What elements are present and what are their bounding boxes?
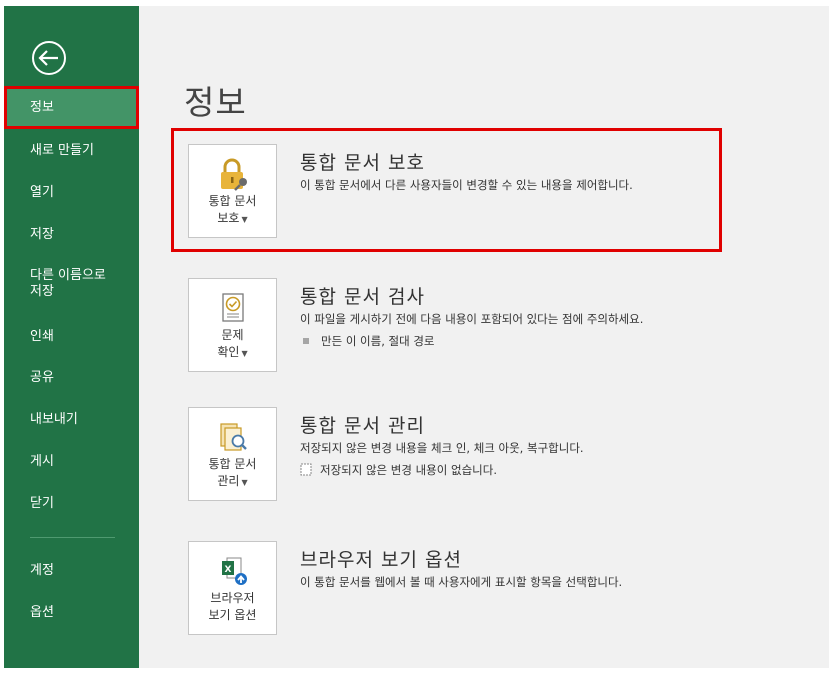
check-for-issues-button[interactable]: 문제 확인 ▼ (188, 278, 277, 372)
section-bullet: 만든 이 이름, 절대 경로 (300, 333, 435, 349)
sidebar-item-publish[interactable]: 게시 (4, 454, 139, 470)
sidebar-item-options[interactable]: 옵션 (4, 605, 139, 621)
manage-workbook-button[interactable]: 통합 문서 관리 ▼ (188, 407, 277, 501)
sidebar-item-new[interactable]: 새로 만들기 (4, 143, 139, 159)
check-issues-label-line2: 확인 (217, 345, 240, 359)
page-title: 정보 (184, 83, 247, 122)
inspect-document-icon (222, 293, 244, 322)
sidebar-divider (30, 537, 115, 538)
sidebar-item-close[interactable]: 닫기 (4, 496, 139, 512)
manage-workbook-section: 통합 문서 관리 ▼ 통합 문서 관리 저장되지 않은 변경 내용을 체크 인, … (188, 407, 788, 503)
sidebar-item-save-as[interactable]: 다른 이름으로 저장 (4, 268, 139, 300)
manage-workbook-label-line1: 통합 문서 (208, 457, 257, 471)
section-title: 통합 문서 검사 (300, 286, 425, 308)
sidebar-item-info[interactable]: 정보 (4, 86, 139, 129)
browser-view-label-line2: 보기 옵션 (208, 608, 257, 622)
inspect-workbook-section: 문제 확인 ▼ 통합 문서 검사 이 파일을 게시하기 전에 다음 내용이 포함되… (188, 278, 788, 374)
browser-view-options-button[interactable]: X 브라우저 보기 옵션 (188, 541, 277, 635)
chevron-down-icon: ▼ (241, 349, 248, 358)
section-bullet: 저장되지 않은 변경 내용이 없습니다. (300, 462, 497, 478)
sidebar-item-open[interactable]: 열기 (4, 185, 139, 201)
section-description: 이 통합 문서를 웹에서 볼 때 사용자에게 표시할 항목을 선택합니다. (300, 575, 623, 589)
browser-view-label-line1: 브라우저 (210, 591, 255, 605)
back-button[interactable] (28, 37, 70, 79)
browser-view-section: X 브라우저 보기 옵션 브라우저 보기 옵션 이 통합 문서를 웹에서 볼 때… (188, 541, 788, 637)
browser-view-icon: X (222, 557, 247, 585)
section-title: 브라우저 보기 옵션 (300, 549, 462, 571)
sidebar-item-account[interactable]: 계정 (4, 563, 139, 579)
svg-text:X: X (225, 565, 232, 575)
section-description: 이 파일을 게시하기 전에 다음 내용이 포함되어 있다는 점에 주의하세요. (300, 312, 644, 326)
bullet-square-icon (303, 338, 309, 344)
sidebar-item-share[interactable]: 공유 (4, 370, 139, 386)
check-issues-label-line1: 문제 (221, 328, 244, 342)
section-description: 저장되지 않은 변경 내용을 체크 인, 체크 아웃, 복구합니다. (300, 441, 584, 455)
sidebar-item-save[interactable]: 저장 (4, 227, 139, 243)
highlight-box (171, 128, 722, 252)
backstage-main: 정보 통합 문서 보호 ▼ 통합 문서 보호 이 통합 문서에서 다른 사용자들이… (139, 6, 829, 668)
manage-workbook-label-line2: 관리 (217, 474, 240, 488)
sidebar-item-print[interactable]: 인쇄 (4, 329, 139, 345)
back-arrow-icon (32, 41, 66, 75)
chevron-down-icon: ▼ (241, 478, 248, 487)
manage-workbook-icon (220, 423, 247, 451)
sidebar-item-export[interactable]: 내보내기 (4, 412, 139, 428)
section-title: 통합 문서 관리 (300, 415, 425, 437)
document-icon (300, 463, 312, 476)
backstage-sidebar: 정보 새로 만들기 열기 저장 다른 이름으로 저장 인쇄 공유 내보내기 게시… (4, 6, 139, 668)
